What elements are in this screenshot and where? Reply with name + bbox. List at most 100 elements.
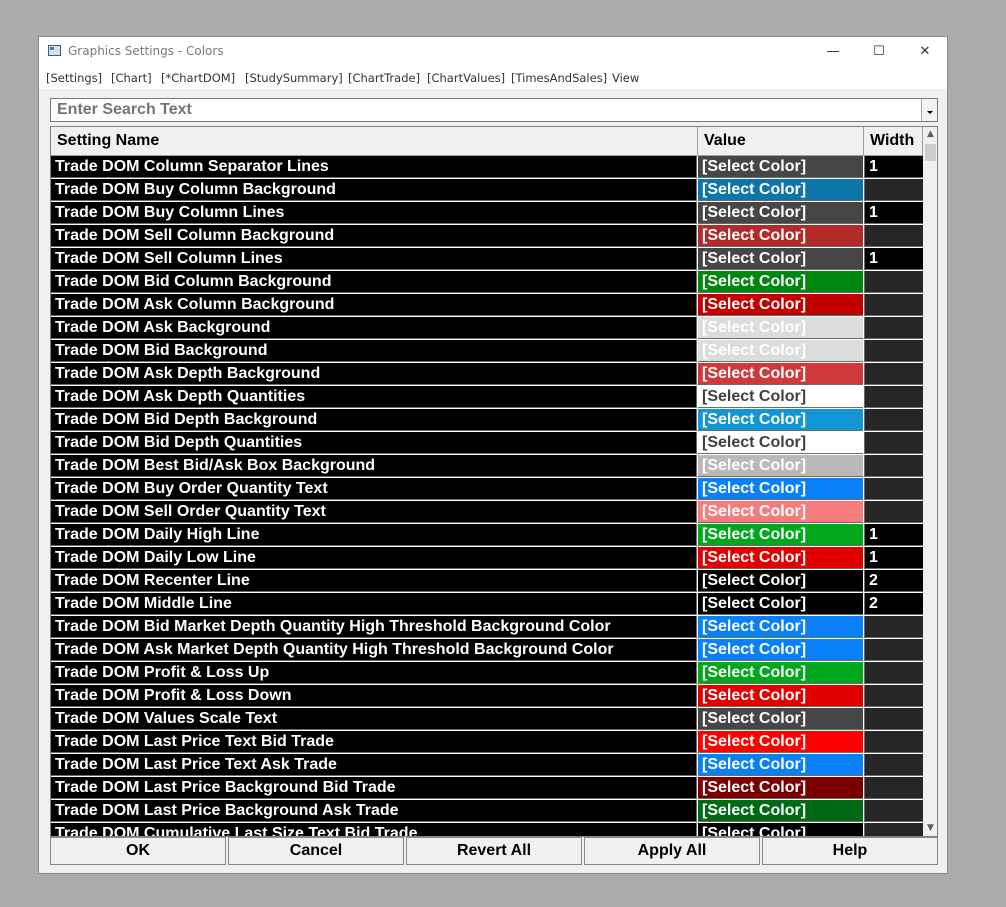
table-row[interactable]: Trade DOM Ask Depth Background [Select Co… — [51, 363, 923, 386]
width-cell[interactable] — [864, 294, 923, 316]
revert-all-button[interactable]: Revert All — [406, 837, 582, 865]
width-cell[interactable]: 1 — [864, 202, 923, 224]
width-cell[interactable] — [864, 708, 923, 730]
width-cell[interactable] — [864, 432, 923, 454]
select-color-cell[interactable]: [Select Color] — [698, 501, 863, 523]
table-row[interactable]: Trade DOM Buy Order Quantity Text [Select… — [51, 478, 923, 501]
select-color-cell[interactable]: [Select Color] — [698, 202, 863, 224]
select-color-cell[interactable]: [Select Color] — [698, 179, 863, 201]
table-row[interactable]: Trade DOM Cumulative Last Size Text Bid … — [51, 823, 923, 836]
select-color-cell[interactable]: [Select Color] — [698, 731, 863, 753]
search-input[interactable] — [51, 99, 925, 121]
width-cell[interactable]: 2 — [864, 593, 923, 615]
select-color-cell[interactable]: [Select Color] — [698, 685, 863, 707]
width-cell[interactable]: 1 — [864, 156, 923, 178]
table-row[interactable]: Trade DOM Bid Depth Quantities [Select Co… — [51, 432, 923, 455]
select-color-cell[interactable]: [Select Color] — [698, 225, 863, 247]
select-color-cell[interactable]: [Select Color] — [698, 777, 863, 799]
table-row[interactable]: Trade DOM Last Price Background Ask Trad… — [51, 800, 923, 823]
width-cell[interactable] — [864, 340, 923, 362]
help-button[interactable]: Help — [762, 837, 938, 865]
width-cell[interactable] — [864, 409, 923, 431]
table-row[interactable]: Trade DOM Buy Column Lines [Select Color]… — [51, 202, 923, 225]
table-row[interactable]: Trade DOM Daily Low Line [Select Color] 1 — [51, 547, 923, 570]
width-cell[interactable] — [864, 501, 923, 523]
width-cell[interactable] — [864, 386, 923, 408]
table-row[interactable]: Trade DOM Buy Column Background [Select C… — [51, 179, 923, 202]
menu-charttrade[interactable]: [ChartTrade] — [348, 71, 420, 85]
select-color-cell[interactable]: [Select Color] — [698, 754, 863, 776]
vertical-scrollbar[interactable]: ▲ ▼ — [923, 127, 937, 836]
table-row[interactable]: Trade DOM Ask Background [Select Color] — [51, 317, 923, 340]
minimize-button[interactable]: — — [810, 37, 856, 67]
width-cell[interactable] — [864, 639, 923, 661]
close-button[interactable]: ✕ — [902, 37, 948, 67]
width-cell[interactable] — [864, 225, 923, 247]
width-cell[interactable] — [864, 754, 923, 776]
header-value[interactable]: Value — [698, 127, 864, 155]
table-row[interactable]: Trade DOM Bid Depth Background [Select Co… — [51, 409, 923, 432]
table-row[interactable]: Trade DOM Daily High Line [Select Color] 1 — [51, 524, 923, 547]
table-row[interactable]: Trade DOM Last Price Text Bid Trade [Sele… — [51, 731, 923, 754]
table-row[interactable]: Trade DOM Column Separator Lines [Select … — [51, 156, 923, 179]
header-setting-name[interactable]: Setting Name — [51, 127, 698, 155]
menu-chart[interactable]: [Chart] — [111, 71, 152, 85]
menu-chartdom[interactable]: [*ChartDOM] — [161, 71, 235, 85]
menu-timesandsales[interactable]: [TimesAndSales] — [511, 71, 607, 85]
width-cell[interactable] — [864, 179, 923, 201]
select-color-cell[interactable]: [Select Color] — [698, 340, 863, 362]
table-row[interactable]: Trade DOM Sell Column Background [Select … — [51, 225, 923, 248]
maximize-button[interactable]: ☐ — [856, 37, 902, 67]
table-row[interactable]: Trade DOM Bid Background [Select Color] — [51, 340, 923, 363]
width-cell[interactable]: 1 — [864, 248, 923, 270]
scroll-down-icon[interactable]: ▼ — [923, 821, 937, 836]
select-color-cell[interactable]: [Select Color] — [698, 432, 863, 454]
select-color-cell[interactable]: [Select Color] — [698, 547, 863, 569]
width-cell[interactable] — [864, 271, 923, 293]
search-dropdown-button[interactable] — [921, 99, 937, 121]
table-row[interactable]: Trade DOM Profit & Loss Down [Select Colo… — [51, 685, 923, 708]
select-color-cell[interactable]: [Select Color] — [698, 294, 863, 316]
select-color-cell[interactable]: [Select Color] — [698, 823, 863, 836]
width-cell[interactable] — [864, 317, 923, 339]
select-color-cell[interactable]: [Select Color] — [698, 386, 863, 408]
scroll-thumb[interactable] — [925, 144, 936, 161]
select-color-cell[interactable]: [Select Color] — [698, 800, 863, 822]
width-cell[interactable] — [864, 662, 923, 684]
select-color-cell[interactable]: [Select Color] — [698, 317, 863, 339]
select-color-cell[interactable]: [Select Color] — [698, 593, 863, 615]
table-row[interactable]: Trade DOM Middle Line [Select Color] 2 — [51, 593, 923, 616]
table-row[interactable]: Trade DOM Ask Column Background [Select C… — [51, 294, 923, 317]
width-cell[interactable] — [864, 455, 923, 477]
table-row[interactable]: Trade DOM Last Price Background Bid Trad… — [51, 777, 923, 800]
table-row[interactable]: Trade DOM Best Bid/Ask Box Background [Se… — [51, 455, 923, 478]
width-cell[interactable] — [864, 731, 923, 753]
ok-button[interactable]: OK — [50, 837, 226, 865]
select-color-cell[interactable]: [Select Color] — [698, 271, 863, 293]
menu-studysummary[interactable]: [StudySummary] — [245, 71, 343, 85]
apply-all-button[interactable]: Apply All — [584, 837, 760, 865]
width-cell[interactable] — [864, 363, 923, 385]
title-bar[interactable]: Graphics Settings - Colors — ☐ ✕ — [39, 37, 947, 67]
select-color-cell[interactable]: [Select Color] — [698, 708, 863, 730]
table-row[interactable]: Trade DOM Bid Market Depth Quantity High… — [51, 616, 923, 639]
select-color-cell[interactable]: [Select Color] — [698, 248, 863, 270]
menu-view[interactable]: View — [612, 71, 639, 85]
width-cell[interactable] — [864, 800, 923, 822]
header-width[interactable]: Width — [864, 127, 923, 155]
width-cell[interactable] — [864, 478, 923, 500]
width-cell[interactable]: 2 — [864, 570, 923, 592]
menu-chartvalues[interactable]: [ChartValues] — [427, 71, 505, 85]
scroll-up-icon[interactable]: ▲ — [923, 127, 937, 142]
table-row[interactable]: Trade DOM Values Scale Text [Select Color… — [51, 708, 923, 731]
width-cell[interactable] — [864, 616, 923, 638]
select-color-cell[interactable]: [Select Color] — [698, 156, 863, 178]
menu-settings[interactable]: [Settings] — [46, 71, 102, 85]
select-color-cell[interactable]: [Select Color] — [698, 524, 863, 546]
select-color-cell[interactable]: [Select Color] — [698, 478, 863, 500]
table-row[interactable]: Trade DOM Sell Order Quantity Text [Selec… — [51, 501, 923, 524]
table-row[interactable]: Trade DOM Recenter Line [Select Color] 2 — [51, 570, 923, 593]
select-color-cell[interactable]: [Select Color] — [698, 570, 863, 592]
select-color-cell[interactable]: [Select Color] — [698, 363, 863, 385]
select-color-cell[interactable]: [Select Color] — [698, 616, 863, 638]
